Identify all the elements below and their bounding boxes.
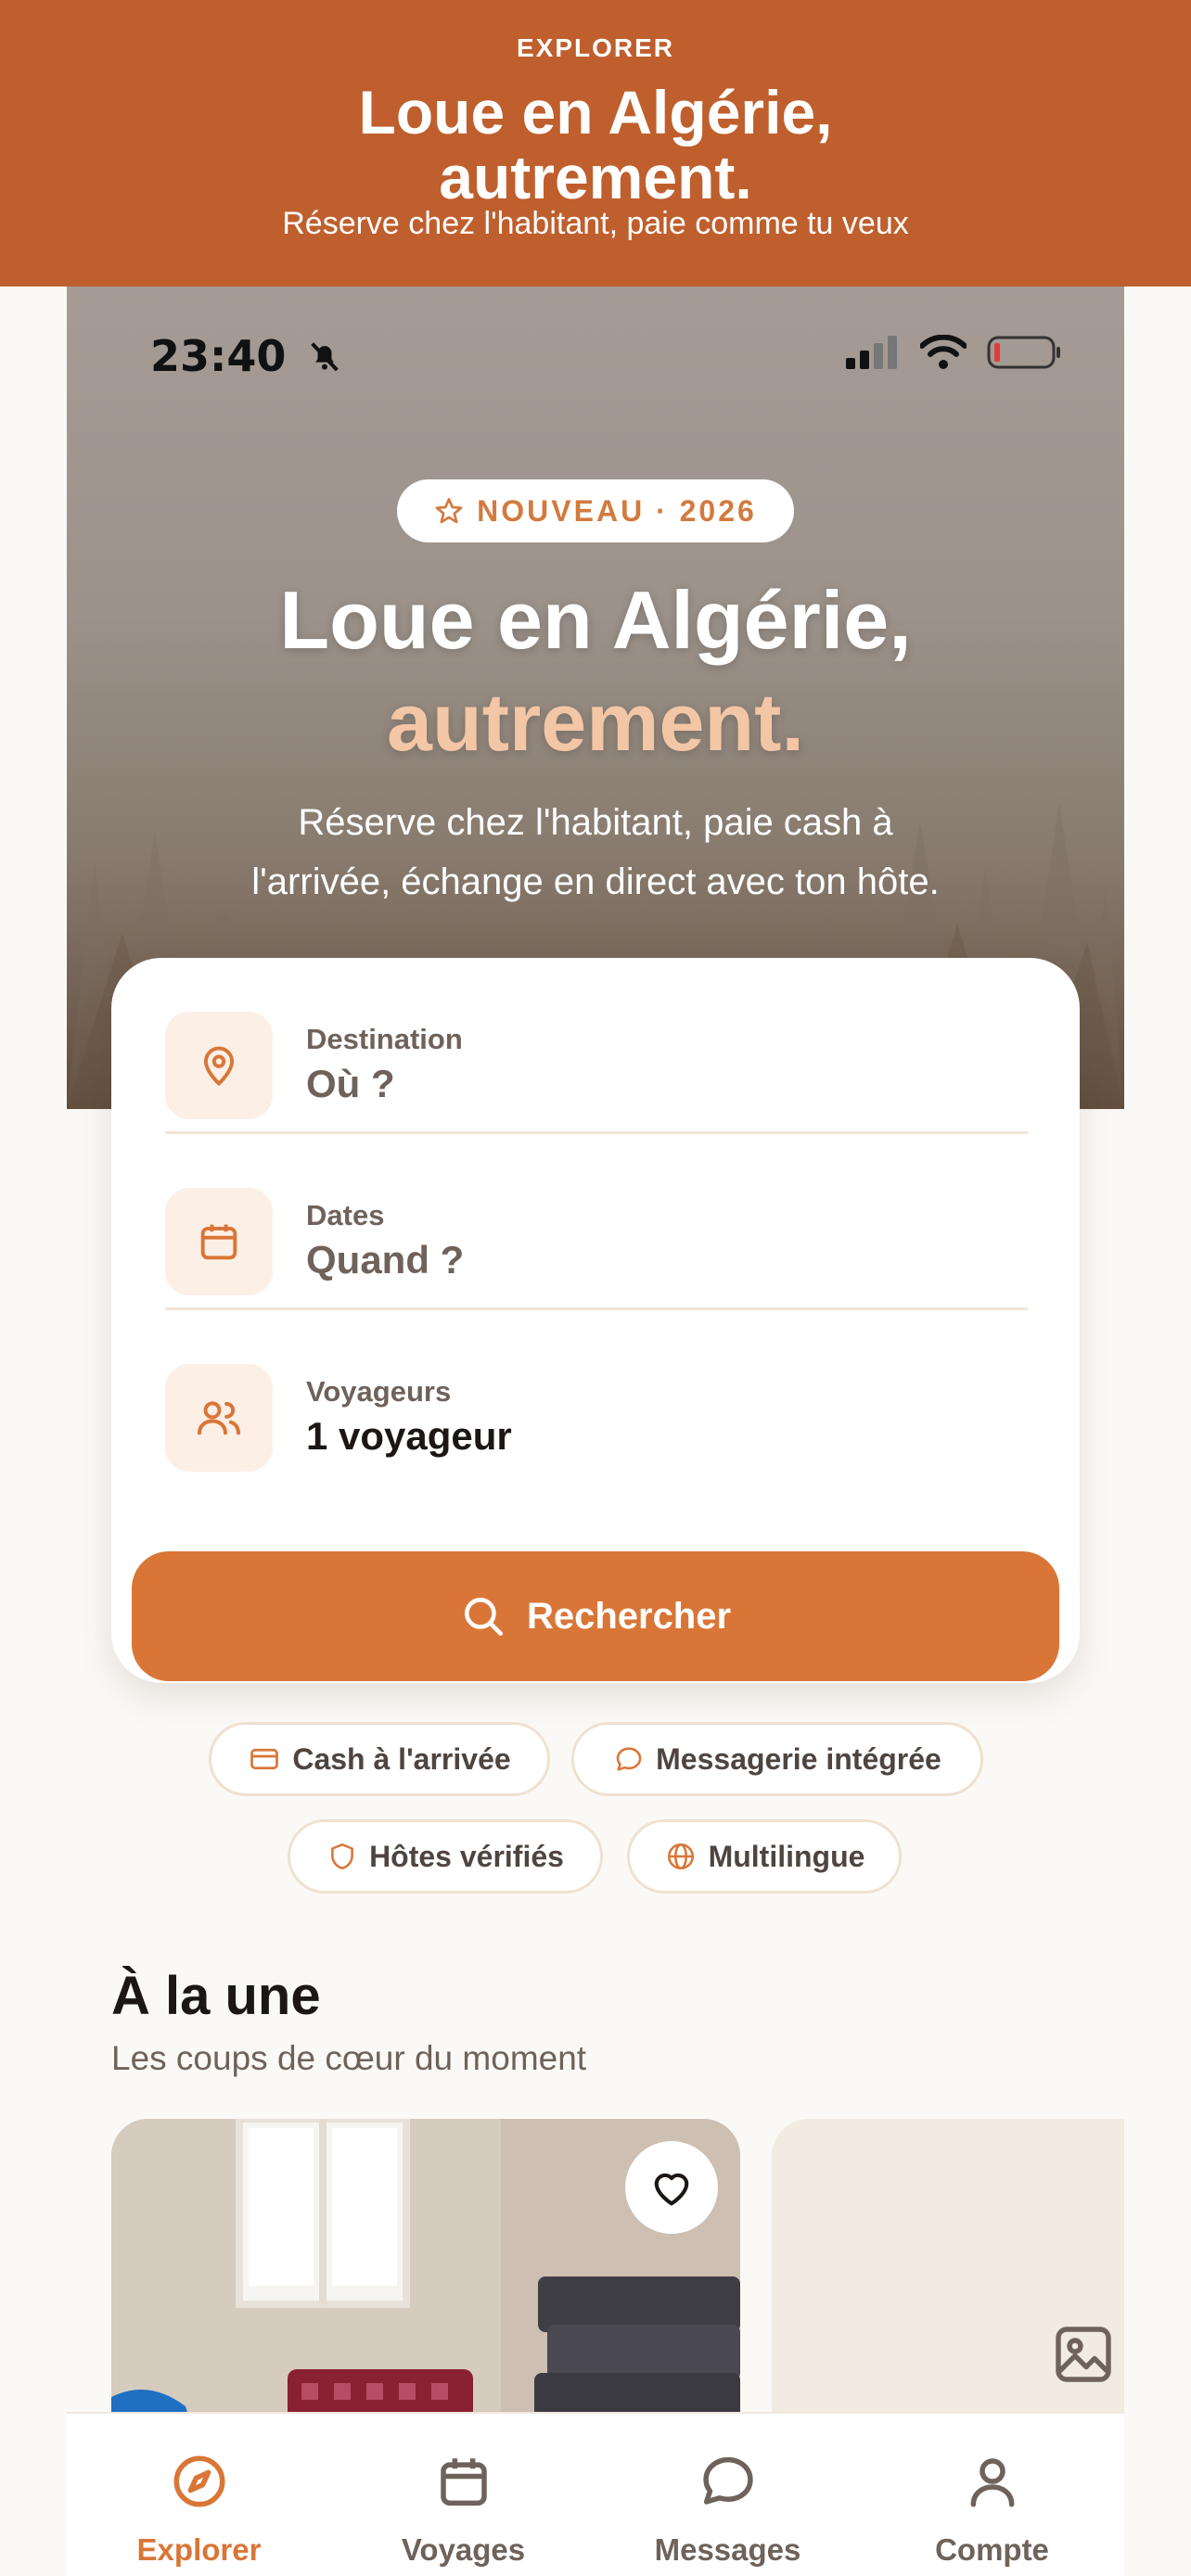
tab-explorer[interactable]: Explorer — [67, 2414, 331, 2576]
banner-subtitle: Réserve chez l'habitant, paie comme tu v… — [282, 206, 909, 241]
banner-title-line2: autrement. — [439, 143, 752, 211]
hero-title-line1: Loue en Algérie, — [279, 574, 912, 666]
status-time-text: 23:40 — [150, 331, 287, 381]
calendar-icon — [165, 1188, 273, 1295]
card-icon — [250, 1748, 279, 1770]
feature-chip-label: Cash à l'arrivée — [292, 1741, 511, 1776]
image-placeholder-icon — [1056, 2327, 1111, 2382]
travelers-label: Voyageurs — [306, 1375, 452, 1408]
location-pin-icon — [165, 1012, 273, 1119]
star-icon — [435, 498, 463, 524]
hero-subtitle: Réserve chez l'habitant, paie cash à l'a… — [67, 793, 1124, 912]
hero-title-accent: autrement. — [387, 676, 804, 768]
banner-title-line1: Loue en Algérie, — [358, 78, 833, 147]
search-button[interactable]: Rechercher — [132, 1551, 1059, 1681]
dates-label: Dates — [306, 1199, 385, 1231]
section-subtitle: Les coups de cœur du moment — [111, 2039, 587, 2077]
banner-title: Loue en Algérie, autrement. — [0, 80, 1191, 210]
favorite-button[interactable] — [625, 2141, 718, 2234]
tab-label: Explorer — [136, 2532, 262, 2567]
bottom-tab-bar: Explorer Voyages Messages Compte — [67, 2412, 1124, 2576]
heart-icon — [654, 2173, 689, 2206]
hero-title: Loue en Algérie, autrement. — [67, 569, 1124, 773]
tab-voyages[interactable]: Voyages — [331, 2414, 596, 2576]
battery-icon — [987, 336, 1060, 369]
calendar-icon — [441, 2458, 487, 2506]
badge-text: NOUVEAU · 2026 — [477, 493, 757, 528]
shield-icon — [331, 1843, 353, 1870]
chat-icon — [703, 2456, 753, 2505]
feature-chip-cash[interactable]: Cash à l'arrivée — [209, 1722, 550, 1796]
tab-label: Messages — [654, 2532, 801, 2567]
search-card: Destination Où ? Dates Quand ? Voyageurs… — [111, 958, 1080, 1683]
hero-subtitle-line1: Réserve chez l'habitant, paie cash à — [298, 802, 893, 843]
tab-compte[interactable]: Compte — [860, 2414, 1124, 2576]
tab-label: Compte — [935, 2532, 1049, 2567]
destination-field[interactable]: Destination Où ? — [165, 958, 1028, 1134]
phone-screen: 23:40 NOUVEAU · 2026 Loue en Algérie, au… — [67, 287, 1124, 2576]
feature-chip-label: Hôtes vérifiés — [369, 1839, 564, 1873]
travelers-field[interactable]: Voyageurs 1 voyageur — [165, 1310, 1028, 1486]
wifi-icon — [920, 335, 967, 369]
user-icon — [970, 2458, 1015, 2507]
feature-chip-label: Messagerie intégrée — [656, 1741, 941, 1776]
search-button-label: Rechercher — [526, 1595, 732, 1637]
tab-messages[interactable]: Messages — [596, 2414, 860, 2576]
top-banner: EXPLORER Loue en Algérie, autrement. Rés… — [0, 0, 1191, 287]
feature-chip-messaging[interactable]: Messagerie intégrée — [571, 1722, 983, 1796]
globe-icon — [667, 1843, 694, 1870]
compass-icon — [173, 2455, 225, 2507]
new-badge: NOUVEAU · 2026 — [397, 479, 794, 542]
hero-subtitle-line2: l'arrivée, échange en direct avec ton hô… — [251, 861, 940, 902]
destination-label: Destination — [306, 1023, 463, 1055]
feature-chip-multilingual[interactable]: Multilingue — [627, 1819, 902, 1894]
dates-field[interactable]: Dates Quand ? — [165, 1134, 1028, 1310]
travelers-value[interactable]: 1 voyageur — [306, 1414, 512, 1459]
search-icon — [464, 1598, 503, 1637]
status-icons — [846, 335, 1061, 370]
feature-chip-verified[interactable]: Hôtes vérifiés — [288, 1819, 603, 1894]
users-icon — [165, 1364, 273, 1472]
destination-value[interactable]: Où ? — [306, 1062, 395, 1106]
section-title: À la une — [111, 1966, 321, 2026]
bell-muted-icon — [306, 335, 343, 385]
status-time: 23:40 — [150, 331, 343, 385]
banner-kicker: EXPLORER — [516, 33, 675, 62]
dates-value[interactable]: Quand ? — [306, 1238, 464, 1282]
tab-label: Voyages — [401, 2532, 526, 2567]
chat-icon — [616, 1747, 642, 1771]
signal-icon — [846, 336, 897, 369]
feature-chip-label: Multilingue — [708, 1839, 865, 1873]
